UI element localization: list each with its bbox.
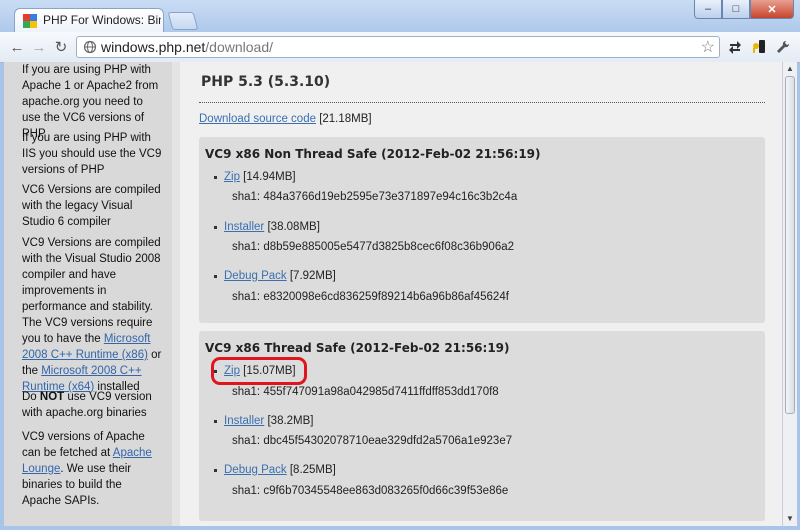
wrench-menu-icon[interactable] [774,38,792,56]
nts-debug-entry: Debug Pack [7.92MB] [214,270,336,282]
url-host: windows.php.net [101,39,206,55]
ts-debug-entry: Debug Pack [8.25MB] [214,464,336,476]
wrench-icon [777,40,790,53]
red-highlight-annotation [211,357,307,385]
sidebar-note-lounge: VC9 versions of Apache can be fetched at… [22,429,162,509]
ts-debug-size: [8.25MB] [286,464,336,476]
close-window-button[interactable]: ✕ [750,0,794,19]
extension-arrows-icon[interactable] [726,38,744,56]
sidebar-note-vc6: VC6 Versions are compiled with the legac… [22,184,161,228]
not-text-bold: NOT [39,391,65,403]
scrollbar-thumb[interactable] [785,76,795,414]
bullet [214,226,217,229]
nts-zip-link[interactable]: Zip [224,171,240,183]
vertical-scrollbar[interactable]: ▲ ▼ [782,62,797,526]
divider [199,102,765,103]
key-icon [753,40,765,53]
nts-installer-size: [38.08MB] [264,221,320,233]
forward-icon[interactable]: → [30,38,48,56]
nts-debug-sha: sha1: e8320098e6cd836259f89214b6a96b86af… [232,291,509,303]
download-source-link[interactable]: Download source code [199,113,316,125]
nts-debug-link[interactable]: Debug Pack [224,270,287,282]
vc9-text-a: VC9 Versions are compiled with the Visua… [22,237,161,345]
ts-installer-entry: Installer [38.2MB] [214,415,314,427]
ts-debug-sha: sha1: c9f6b70345548ee863d083265f0d66c39f… [232,485,509,497]
scroll-up-icon[interactable]: ▲ [785,64,795,74]
minimize-button[interactable]: – [694,0,722,19]
main-content: PHP 5.3 (5.3.10) Download source code [2… [180,62,782,526]
sidebar: If you are using PHP with Apache 1 or Ap… [4,62,172,526]
swap-arrows-icon [729,41,741,54]
ts-zip-sha: sha1: 455f747091a98a042985d7411ffdff853d… [232,386,499,398]
bullet [214,275,217,278]
nts-box: VC9 x86 Non Thread Safe (2012-Feb-02 21:… [199,137,765,323]
url-path: /download/ [205,39,274,55]
browser-window: PHP For Windows: Binari – □ ✕ ← → ↻ wind… [0,0,800,530]
ts-installer-sha: sha1: dbc45f54302078710eae329dfd2a5706a1… [232,435,513,447]
ts-installer-link[interactable]: Installer [224,415,264,427]
ts-installer-size: [38.2MB] [264,415,314,427]
nts-title: VC9 x86 Non Thread Safe (2012-Feb-02 21:… [205,147,541,161]
tab-php-for-windows[interactable]: PHP For Windows: Binari [14,8,164,32]
nts-zip-entry: Zip [14.94MB] [214,171,296,183]
address-bar[interactable]: windows.php.net/download/ ☆ [76,36,720,58]
url-text: windows.php.net/download/ [101,39,273,55]
new-tab-button[interactable] [167,12,199,30]
source-download: Download source code [21.18MB] [199,113,372,125]
extension-key-icon[interactable] [750,38,768,56]
tab-title: PHP For Windows: Binari [43,13,161,27]
nts-zip-size: [14.94MB] [239,171,296,183]
bullet [214,420,217,423]
bookmark-star-icon[interactable]: ☆ [701,37,715,57]
tab-strip: PHP For Windows: Binari – □ ✕ [0,0,800,32]
back-icon[interactable]: ← [8,38,26,56]
scroll-down-icon[interactable]: ▼ [785,514,795,524]
globe-icon [83,40,97,54]
maximize-button[interactable]: □ [722,0,750,19]
window-controls: – □ ✕ [694,0,794,20]
sidebar-note-vc9: VC9 Versions are compiled with the Visua… [22,235,162,395]
source-size: [21.18MB] [316,113,372,125]
page-viewport: If you are using PHP with Apache 1 or Ap… [4,62,782,526]
sidebar-note-iis: If you are using PHP with IIS you should… [22,132,162,176]
ts-debug-link[interactable]: Debug Pack [224,464,287,476]
nts-debug-size: [7.92MB] [286,270,336,282]
sidebar-note-not: Do NOT use VC9 version with apache.org b… [22,389,162,421]
nts-installer-link[interactable]: Installer [224,221,264,233]
nts-installer-sha: sha1: d8b59e885005e5477d3825b8cec6f08c36… [232,241,515,253]
bullet [214,176,217,179]
google-chrome-page-icon [23,14,37,28]
nts-installer-entry: Installer [38.08MB] [214,221,320,233]
bullet [214,469,217,472]
ts-title: VC9 x86 Thread Safe (2012-Feb-02 21:56:1… [205,341,510,355]
php-version-title: PHP 5.3 (5.3.10) [201,74,331,90]
browser-toolbar: ← → ↻ windows.php.net/download/ ☆ [0,32,800,63]
not-text-a: Do [22,391,40,403]
nts-zip-sha: sha1: 484a3766d19eb2595e73e371897e94c16c… [232,191,518,203]
reload-icon[interactable]: ↻ [52,38,70,56]
